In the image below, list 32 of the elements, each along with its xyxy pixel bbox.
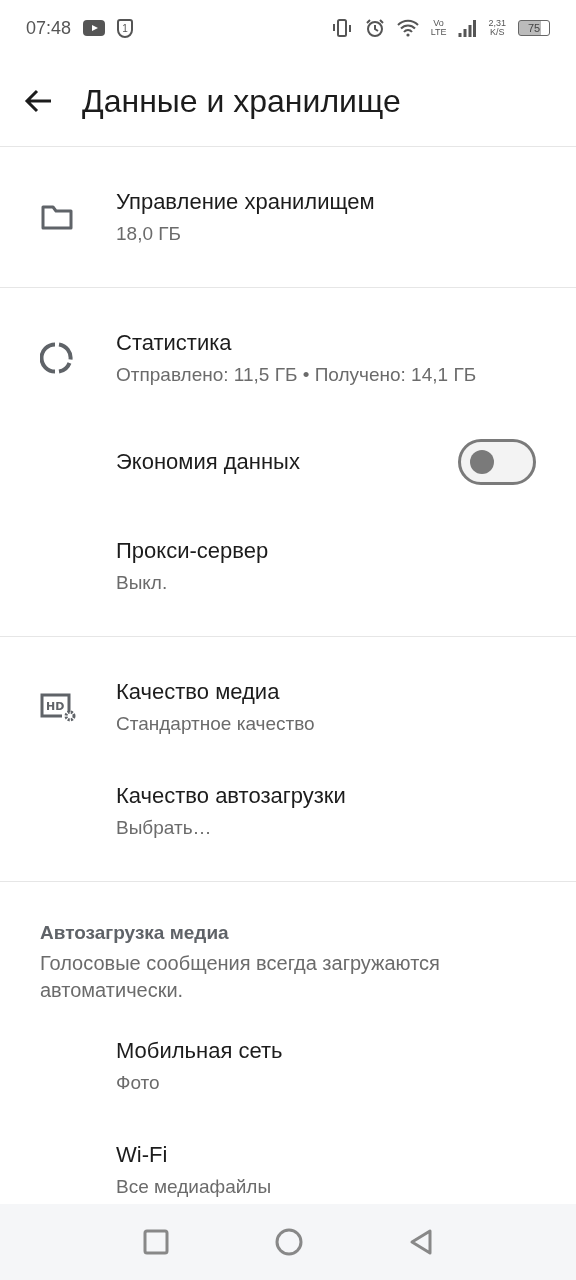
- section-description: Голосовые сообщения всегда загружаются автоматически.: [39, 951, 441, 1003]
- network-speed: 2,31 K/S: [488, 19, 506, 37]
- setting-value: Фото: [116, 1072, 161, 1094]
- alarm-icon: [364, 18, 385, 38]
- setting-value: Отправлено: 11,5 ГБ • Получено: 14,1 ГБ: [116, 364, 478, 386]
- setting-title[interactable]: Качество автозагрузки: [116, 783, 536, 809]
- setting-value: Все медиафайлы: [116, 1176, 273, 1198]
- setting-value: Стандартное качество: [116, 713, 316, 735]
- play-icon: [83, 20, 106, 36]
- shield-badge: 1: [117, 18, 134, 38]
- signal-icon: [458, 19, 477, 37]
- setting-value: 18,0 ГБ: [116, 223, 182, 245]
- setting-value: Выкл.: [116, 572, 169, 594]
- page-title: Данные и хранилище: [82, 82, 401, 120]
- donut-chart-icon: [40, 341, 74, 375]
- setting-value: Выбрать…: [116, 817, 213, 839]
- setting-title[interactable]: Качество медиа: [116, 679, 536, 705]
- back-arrow-icon[interactable]: [24, 89, 52, 113]
- folder-icon: [40, 203, 74, 231]
- clock: 07:48: [26, 17, 72, 39]
- section-heading: Автозагрузка медиа: [39, 921, 230, 945]
- wifi-icon: [396, 19, 419, 37]
- setting-title[interactable]: Мобильная сеть: [116, 1038, 536, 1064]
- setting-title[interactable]: Экономия данных: [116, 449, 458, 475]
- setting-title[interactable]: Прокси-сервер: [116, 538, 536, 564]
- volte-indicator: Vo LTE: [430, 19, 447, 37]
- setting-title[interactable]: Wi-Fi: [116, 1142, 536, 1168]
- vibrate-icon: [330, 18, 353, 38]
- battery-indicator: 75: [518, 20, 550, 36]
- toggle-switch[interactable]: [458, 439, 536, 485]
- setting-title[interactable]: Управление хранилищем: [116, 189, 536, 215]
- setting-title[interactable]: Статистика: [116, 330, 536, 356]
